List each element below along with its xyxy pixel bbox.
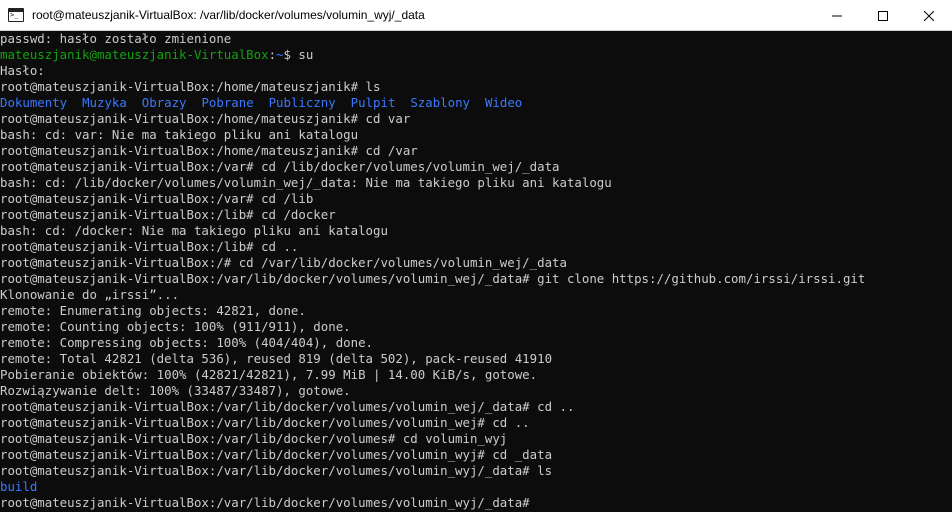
directory-entry: Pobrane (201, 95, 254, 110)
terminal-line: Rozwiązywanie delt: 100% (33487/33487), … (0, 383, 351, 398)
terminal-line: bash: cd: /docker: Nie ma takiego pliku … (0, 223, 388, 238)
terminal-line: root@mateuszjanik-VirtualBox:/lib# cd .. (0, 239, 299, 254)
prompt-path: ~ (276, 47, 284, 62)
terminal-line: remote: Total 42821 (delta 536), reused … (0, 351, 553, 366)
minimize-icon (832, 15, 842, 16)
terminal-current-prompt[interactable]: root@mateuszjanik-VirtualBox:/var/lib/do… (0, 495, 952, 511)
maximize-button[interactable] (860, 0, 906, 31)
terminal-line: root@mateuszjanik-VirtualBox:/var/lib/do… (0, 431, 508, 446)
directory-entry: Wideo (484, 95, 523, 110)
terminal-line: root@mateuszjanik-VirtualBox:/var/lib/do… (0, 447, 553, 462)
directory-entry: Publiczny (268, 95, 336, 110)
terminal-line: Pobieranie obiektów: 100% (42821/42821),… (0, 367, 538, 382)
terminal-line: root@mateuszjanik-VirtualBox:/var/lib/do… (0, 415, 530, 430)
terminal-line: root@mateuszjanik-VirtualBox:/var/lib/do… (0, 399, 575, 414)
minimize-button[interactable] (814, 0, 860, 31)
terminal-output[interactable]: passwd: hasło zostało zmienione mateuszj… (0, 31, 952, 512)
directory-entry: Dokumenty (0, 95, 68, 110)
terminal-line: remote: Enumerating objects: 42821, done… (0, 303, 306, 318)
prompt-user-host: mateuszjanik@mateuszjanik-VirtualBox (0, 47, 269, 62)
close-button[interactable] (906, 0, 952, 31)
prompt-command: $ su (283, 47, 314, 62)
terminal-line: Klonowanie do „irssi”... (0, 287, 180, 302)
terminal-prompt-line: mateuszjanik@mateuszjanik-VirtualBox:~$ … (0, 47, 952, 63)
terminal-line: remote: Compressing objects: 100% (404/4… (0, 335, 373, 350)
terminal-line: root@mateuszjanik-VirtualBox:/var/lib/do… (0, 463, 553, 478)
terminal-line: root@mateuszjanik-VirtualBox:/var/lib/do… (0, 271, 866, 286)
terminal-line: Hasło: (0, 63, 45, 78)
terminal-line: bash: cd: /lib/docker/volumes/volumin_we… (0, 175, 612, 190)
window-title: root@mateuszjanik-VirtualBox: /var/lib/d… (32, 8, 425, 22)
terminal-line: root@mateuszjanik-VirtualBox:/var# cd /l… (0, 191, 314, 206)
terminal-line: root@mateuszjanik-VirtualBox:/home/mateu… (0, 79, 381, 94)
terminal-line: root@mateuszjanik-VirtualBox:/# cd /var/… (0, 255, 567, 270)
title-bar[interactable]: root@mateuszjanik-VirtualBox: /var/lib/d… (0, 0, 952, 31)
terminal-line: root@mateuszjanik-VirtualBox:/var# cd /l… (0, 159, 560, 174)
window-controls (814, 0, 952, 31)
terminal-icon (8, 8, 24, 22)
terminal-line: remote: Counting objects: 100% (911/911)… (0, 319, 351, 334)
terminal-line: root@mateuszjanik-VirtualBox:/home/mateu… (0, 143, 418, 158)
directory-entry: Muzyka (82, 95, 127, 110)
directory-entry: Szablony (410, 95, 471, 110)
directory-entry: build (0, 479, 38, 494)
ls-output-line: build (0, 479, 952, 495)
terminal-line: bash: cd: var: Nie ma takiego pliku ani … (0, 127, 359, 142)
terminal-line: root@mateuszjanik-VirtualBox:/home/mateu… (0, 111, 411, 126)
prompt-separator: : (268, 47, 277, 62)
directory-entry: Pulpit (350, 95, 396, 110)
ls-output-line: Dokumenty Muzyka Obrazy Pobrane Publiczn… (0, 95, 952, 111)
directory-entry: Obrazy (141, 95, 187, 110)
terminal-line: passwd: hasło zostało zmienione (0, 31, 232, 46)
terminal-line: root@mateuszjanik-VirtualBox:/lib# cd /d… (0, 207, 336, 222)
close-icon (924, 10, 934, 21)
maximize-icon (878, 10, 888, 21)
